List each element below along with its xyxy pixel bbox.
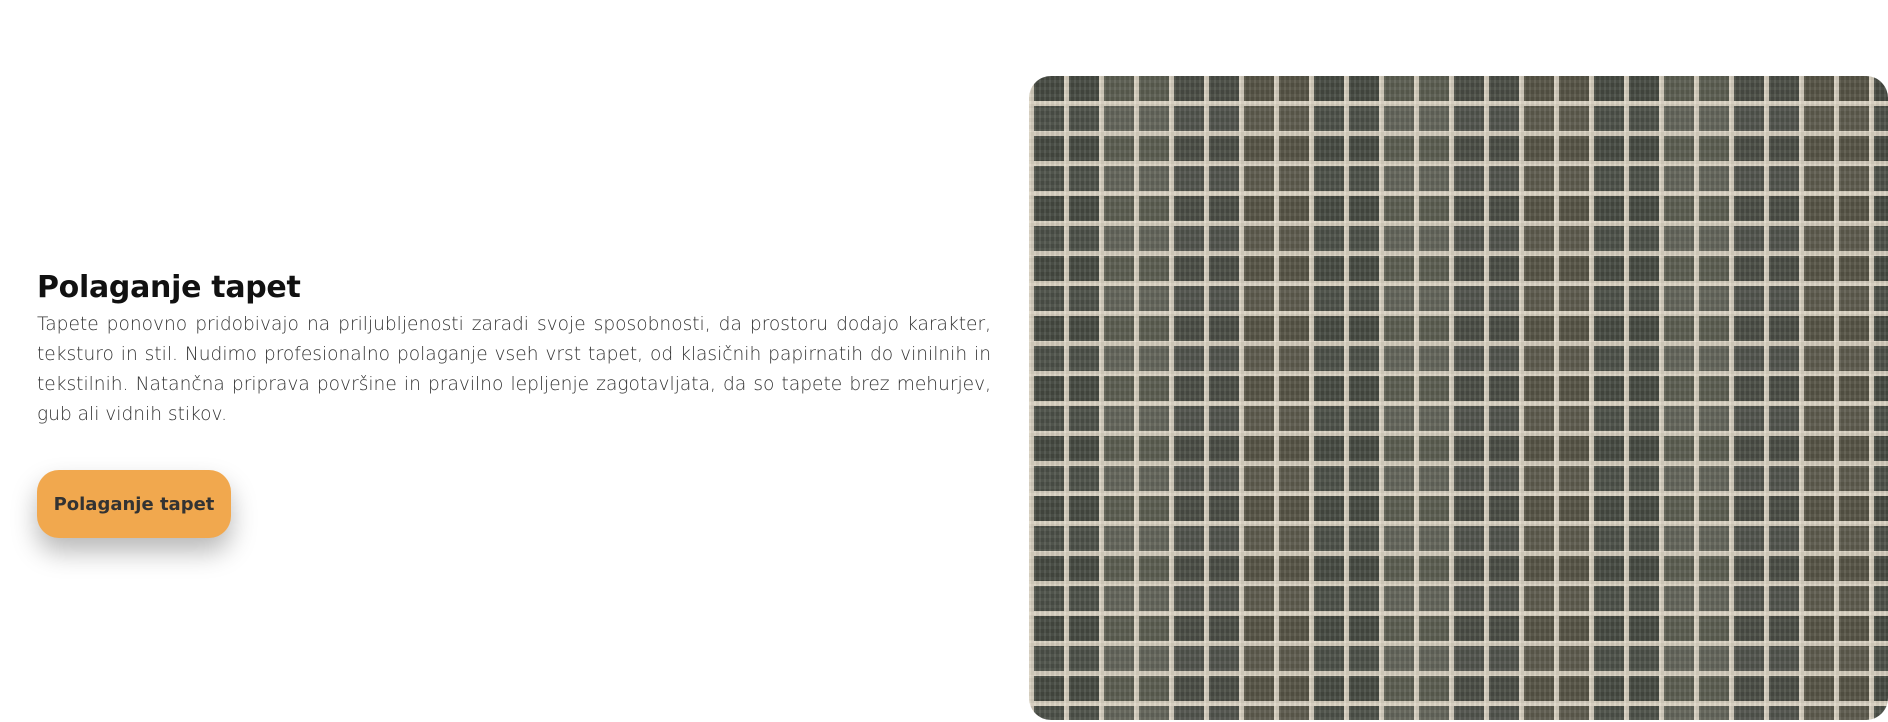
section-title: Polaganje tapet (37, 270, 301, 305)
polaganje-tapet-button[interactable]: Polaganje tapet (37, 470, 231, 538)
section-description: Tapete ponovno pridobivajo na priljublje… (37, 314, 991, 425)
content-column: Polaganje tapet Tapete ponovno pridobiva… (37, 268, 991, 430)
brick-wall-image (1029, 76, 1888, 720)
